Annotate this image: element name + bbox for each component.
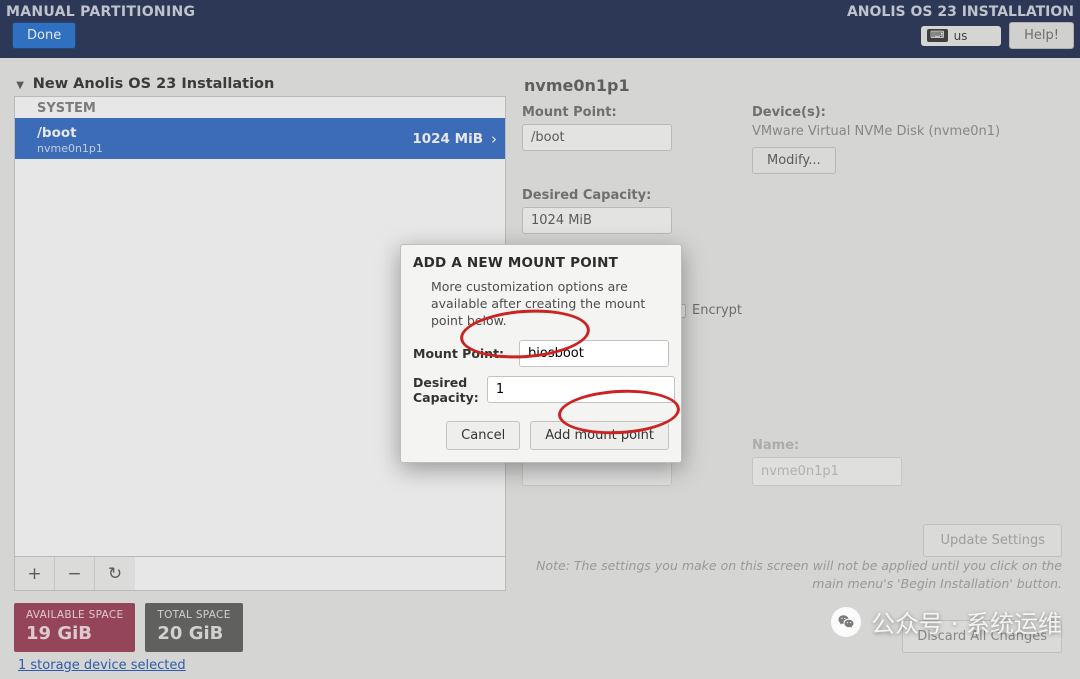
- dialog-description: More customization options are available…: [431, 279, 669, 330]
- add-mount-point-dialog: ADD A NEW MOUNT POINT More customization…: [400, 244, 682, 463]
- dialog-capacity-label: Desired Capacity:: [413, 375, 479, 405]
- dialog-mount-label: Mount Point:: [413, 346, 511, 361]
- dialog-add-button[interactable]: Add mount point: [530, 421, 669, 450]
- dialog-cancel-button[interactable]: Cancel: [446, 421, 520, 450]
- dialog-mount-combo[interactable]: ▾: [519, 340, 669, 367]
- dialog-mount-input[interactable]: [520, 341, 669, 366]
- dialog-capacity-input[interactable]: [487, 376, 675, 403]
- dialog-title: ADD A NEW MOUNT POINT: [413, 255, 669, 271]
